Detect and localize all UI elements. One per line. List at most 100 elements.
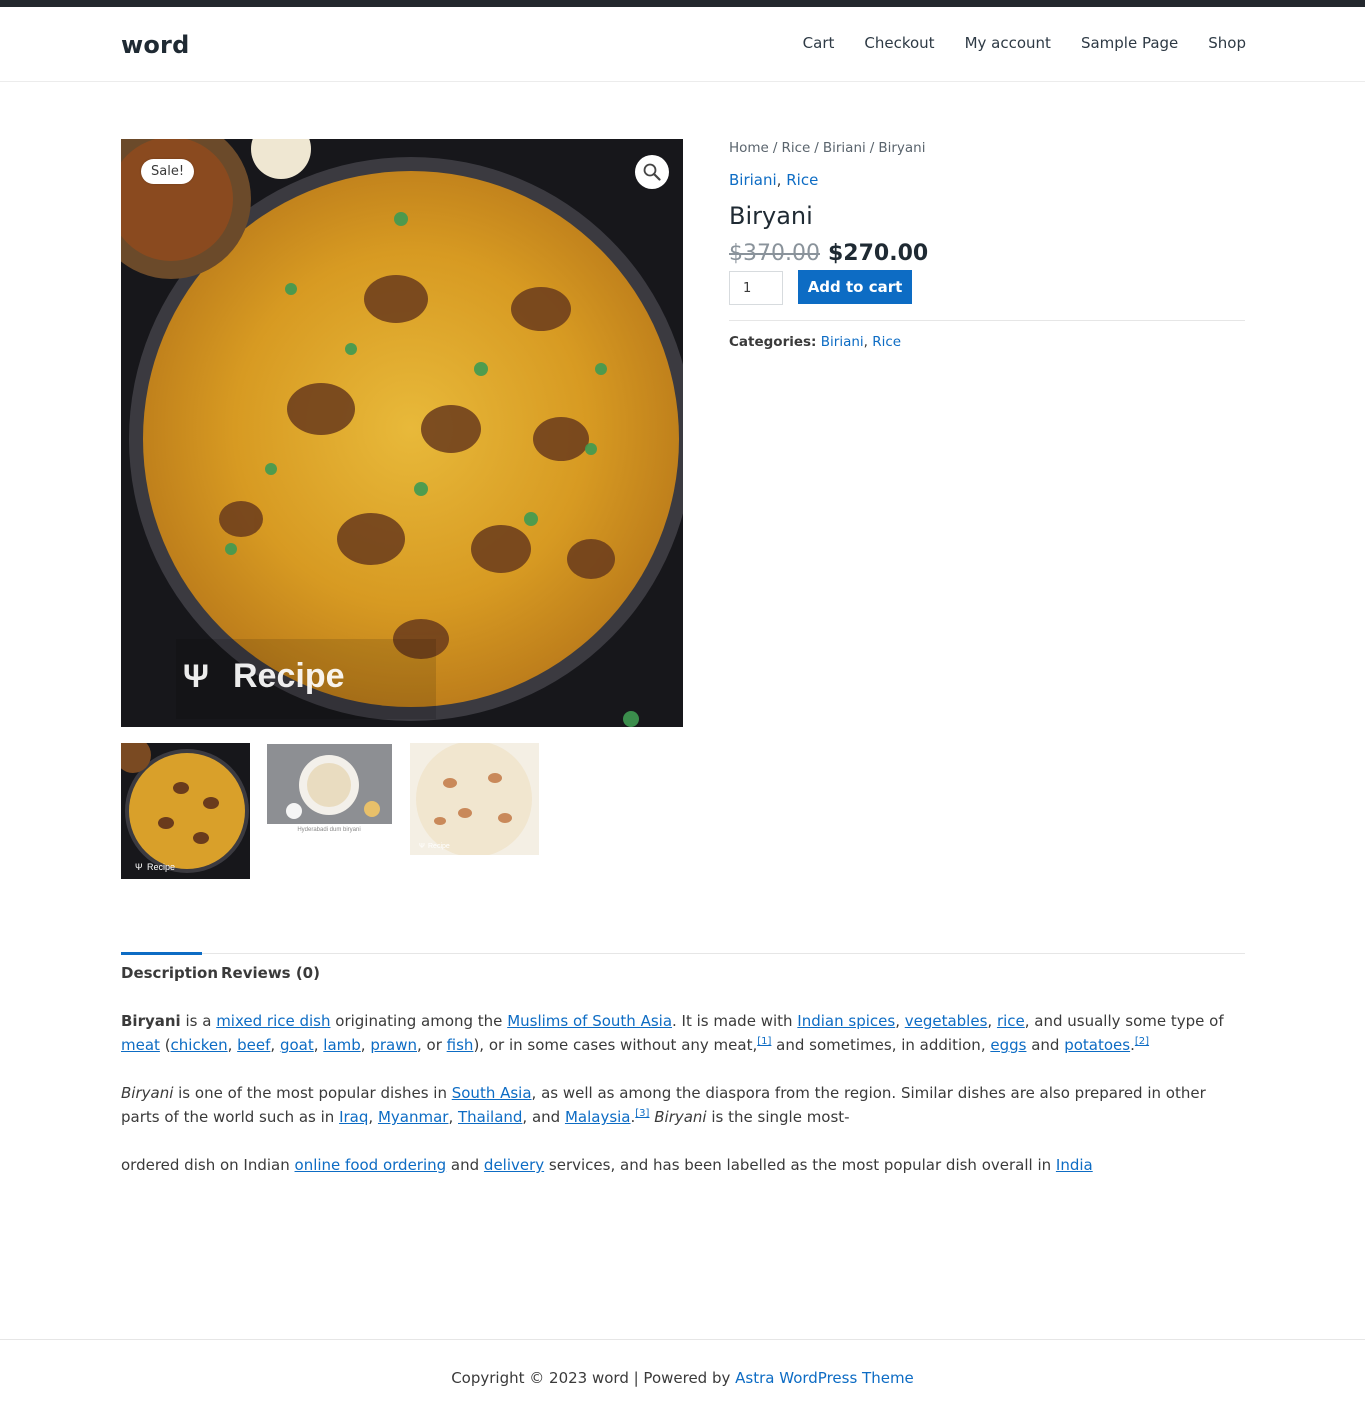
product-title: Biryani [729,202,813,230]
nav-item-sample-page[interactable]: Sample Page [1081,34,1178,52]
link-vegetables[interactable]: vegetables [905,1012,988,1030]
desc-text: , and usually some type of [1024,1012,1224,1030]
meta-comma: , [863,334,868,350]
link-muslims-south-asia[interactable]: Muslims of South Asia [507,1012,672,1030]
quantity-input[interactable] [729,271,783,305]
product-meta: Categories: Biriani, Rice [729,334,1245,350]
gallery-thumb-2[interactable]: Hyderabadi dum biryani [266,743,393,835]
add-to-cart-button[interactable]: Add to cart [798,270,912,304]
product-main-image[interactable]: Ψ Recipe [121,139,683,727]
footer-theme-link[interactable]: Astra WordPress Theme [735,1369,914,1387]
admin-bar [0,0,1365,7]
desc-text: is a [180,1012,217,1030]
biryani-photo: Ψ Recipe [121,139,683,727]
tab-reviews[interactable]: Reviews (0) [221,964,320,982]
thumb-image-2: Hyderabadi dum biryani [266,743,393,835]
desc-text: , [895,1012,905,1030]
price: $370.00 $270.00 [729,241,1245,266]
description-paragraph-2: Biryani is one of the most popular dishe… [121,1081,1245,1129]
product-summary: Home / Rice / Biriani / Biryani Biriani, Rice … [729,140,1245,350]
link-prawn[interactable]: prawn [370,1036,417,1054]
desc-text: , [360,1036,371,1054]
site-header: word Cart Checkout My account Sample Pag… [0,7,1365,82]
reference-link-1[interactable]: [1] [757,1036,771,1047]
desc-text: , [368,1108,378,1126]
desc-text: originating among the [330,1012,508,1030]
categories-label: Categories: [729,334,817,350]
desc-text: is one of the most popular dishes in [173,1084,452,1102]
nav-item-cart[interactable]: Cart [803,34,835,52]
link-meat[interactable]: meat [121,1036,160,1054]
nav-item-checkout[interactable]: Checkout [864,34,934,52]
meta-category-rice[interactable]: Rice [872,334,901,350]
link-iraq[interactable]: Iraq [339,1108,368,1126]
product-category-links: Biriani, Rice [729,171,1245,189]
link-india[interactable]: India [1056,1156,1093,1174]
desc-text: and [446,1156,484,1174]
price-original: $370.00 [729,241,820,266]
thumb-1-caption: Recipe [147,862,175,872]
reference-link-3[interactable]: [3] [635,1108,649,1119]
link-eggs[interactable]: eggs [990,1036,1026,1054]
link-mixed-rice-dish[interactable]: mixed rice dish [216,1012,330,1030]
category-link-biriani[interactable]: Biriani [729,171,777,189]
thumb-2-caption: Hyderabadi dum biryani [297,827,360,833]
meta-category-biriani[interactable]: Biriani [821,334,864,350]
reference-link-2[interactable]: [2] [1135,1036,1149,1047]
thumb-image-1: Ψ Recipe [121,743,250,879]
magnifier-icon [643,163,661,181]
desc-text: is the single most- [706,1108,850,1126]
desc-text: services, and has been labelled as the m… [544,1156,1056,1174]
link-fish[interactable]: fish [447,1036,474,1054]
desc-text: , [227,1036,238,1054]
price-sale: $270.00 [827,241,929,266]
link-potatoes[interactable]: potatoes [1064,1036,1130,1054]
thumb-image-3: Ψ Recipe [410,743,539,855]
link-online-food-ordering[interactable]: online food ordering [295,1156,447,1174]
link-delivery[interactable]: delivery [484,1156,544,1174]
desc-text: . It is made with [672,1012,798,1030]
breadcrumb-separator: / [869,140,875,156]
desc-bold-biryani: Biryani [121,1012,181,1030]
breadcrumb-home[interactable]: Home [729,140,769,156]
link-beef[interactable]: beef [237,1036,270,1054]
breadcrumb-biriani[interactable]: Biriani [823,140,866,156]
link-myanmar[interactable]: Myanmar [378,1108,449,1126]
link-malaysia[interactable]: Malaysia [565,1108,631,1126]
link-indian-spices[interactable]: Indian spices [797,1012,895,1030]
link-south-asia[interactable]: South Asia [452,1084,532,1102]
link-thailand[interactable]: Thailand [458,1108,522,1126]
desc-text: and sometimes, in addition, [771,1036,991,1054]
description-paragraph-3: ordered dish on Indian online food order… [121,1153,1245,1177]
link-chicken[interactable]: chicken [171,1036,228,1054]
nav-item-shop[interactable]: Shop [1208,34,1246,52]
site-title[interactable]: word [121,31,189,59]
recipe-watermark: Recipe [233,657,345,695]
desc-text: , [313,1036,324,1054]
gallery-thumb-3[interactable]: Ψ Recipe [410,743,539,855]
breadcrumb: Home / Rice / Biriani / Biryani [729,140,1245,156]
link-lamb[interactable]: lamb [323,1036,361,1054]
desc-text: ordered dish on Indian [121,1156,295,1174]
desc-italic-biryani: Biryani [121,1084,174,1102]
description-paragraph-1: Biryani is a mixed rice dish originating… [121,1009,1245,1057]
link-rice[interactable]: rice [997,1012,1025,1030]
desc-text: ), or in some cases without any meat, [473,1036,758,1054]
desc-text: , or [417,1036,447,1054]
breadcrumb-current: Biryani [878,140,926,156]
summary-divider [729,320,1245,321]
footer-copyright: Copyright © 2023 word | Powered by Astra… [0,1369,1365,1387]
nav-item-my-account[interactable]: My account [965,34,1051,52]
tab-description[interactable]: Description [121,964,218,982]
breadcrumb-separator: / [772,140,778,156]
desc-text: ( [159,1036,171,1054]
category-link-rice[interactable]: Rice [786,171,818,189]
zoom-button[interactable] [635,155,669,189]
breadcrumb-separator: / [814,140,819,156]
site-footer: Copyright © 2023 word | Powered by Astra… [0,1339,1365,1415]
svg-text:Ψ: Ψ [135,862,143,872]
desc-text: , [270,1036,280,1054]
link-goat[interactable]: goat [280,1036,314,1054]
breadcrumb-rice[interactable]: Rice [781,140,810,156]
gallery-thumb-1[interactable]: Ψ Recipe [121,743,250,879]
